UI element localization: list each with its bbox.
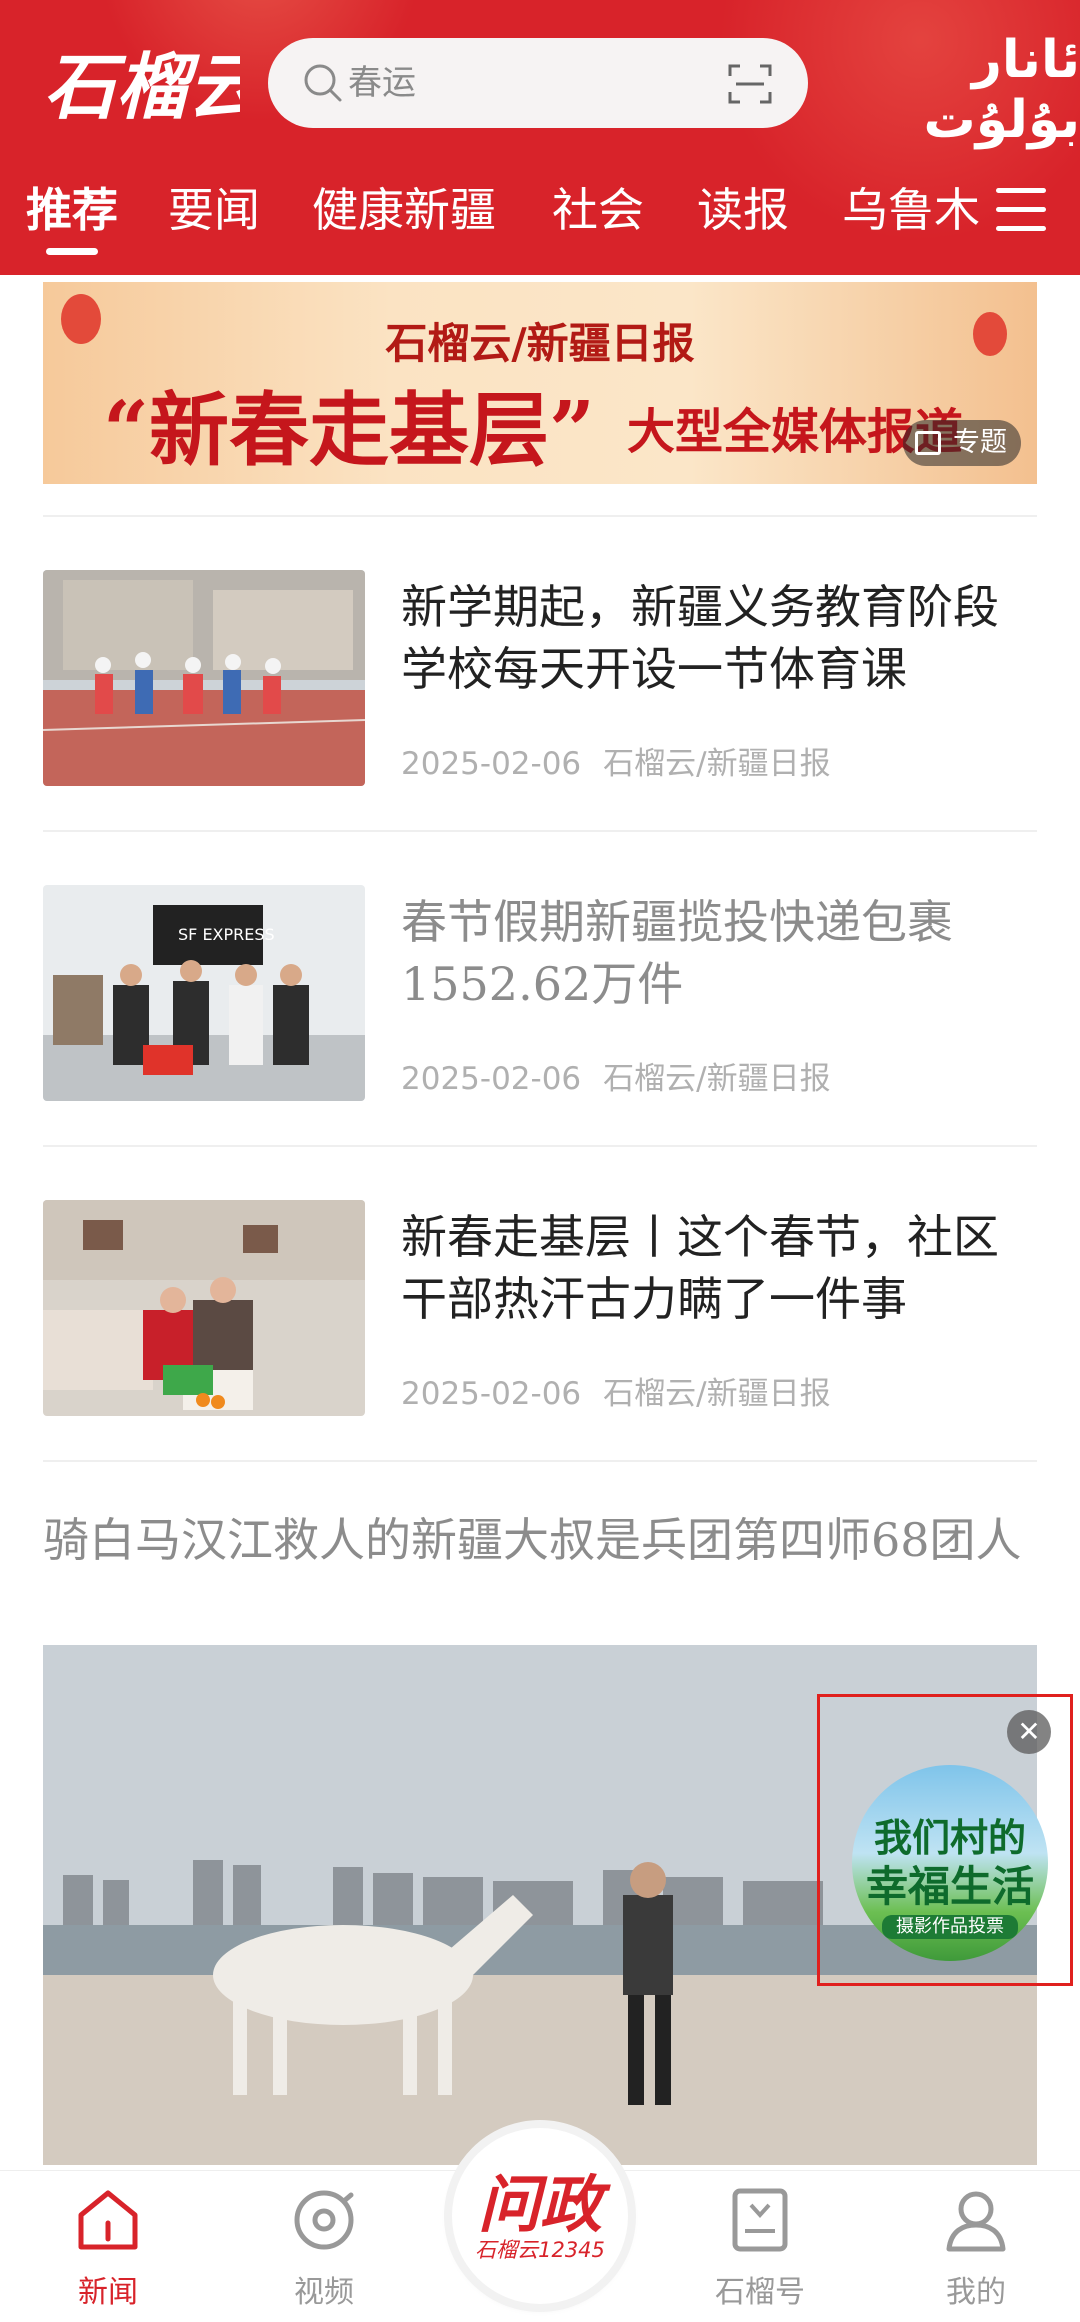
floating-ad[interactable]: 我们村的 幸福生活 摄影作品投票 xyxy=(852,1765,1048,1961)
tab-recommend[interactable]: 推荐 xyxy=(26,175,118,245)
news-item[interactable]: 新学期起，新疆义务教育阶段学校每天开设一节体育课 2025-02-06 石榴云/新… xyxy=(43,570,1037,786)
news-date: 2025-02-06 xyxy=(401,1376,582,1412)
divider xyxy=(43,830,1037,832)
account-book-icon xyxy=(732,2188,788,2252)
topic-banner[interactable]: 石榴云/新疆日报 “新春走基层” 大型全媒体报道 xyxy=(43,282,1037,484)
tab-society[interactable]: 社会 xyxy=(552,175,644,245)
nav-news-label: 新闻 xyxy=(78,2275,138,2310)
news-meta: 2025-02-06 石榴云/新疆日报 xyxy=(401,738,831,783)
uyghur-language-link[interactable]: ئانار بۇلۇت xyxy=(845,30,1080,150)
news-date: 2025-02-06 xyxy=(401,746,582,782)
tab-urumqi[interactable]: 乌鲁木 xyxy=(842,175,980,245)
nav-profile[interactable]: 我的 xyxy=(906,2185,1046,2311)
svg-text:SF EXPRESS: SF EXPRESS xyxy=(178,925,275,944)
search-icon xyxy=(304,64,342,102)
divider xyxy=(43,1460,1037,1462)
nav-news[interactable]: 新闻 xyxy=(38,2185,178,2311)
news-thumbnail xyxy=(43,1200,365,1416)
home-icon xyxy=(78,2190,138,2250)
topic-badge: 专题 xyxy=(903,420,1021,466)
floating-ad-line3: 摄影作品投票 xyxy=(882,1915,1018,1939)
nav-video-label: 视频 xyxy=(294,2275,354,2310)
close-icon[interactable]: ✕ xyxy=(1007,1710,1051,1754)
news-title: 新春走基层丨这个春节，社区干部热汗古力瞒了一件事 xyxy=(401,1210,999,1326)
channel-tabs: 推荐 要闻 健康新疆 社会 读报 乌鲁木 xyxy=(0,175,1080,265)
news-source: 石榴云/新疆日报 xyxy=(603,1376,831,1412)
news-meta: 2025-02-06 石榴云/新疆日报 xyxy=(401,1053,831,1098)
news-title: 新学期起，新疆义务教育阶段学校每天开设一节体育课 xyxy=(401,580,999,696)
news-thumbnail: SF EXPRESS xyxy=(43,885,365,1101)
nav-profile-label: 我的 xyxy=(946,2275,1006,2310)
app-header: 石榴云 春运 ئانار بۇلۇت 推荐 要闻 健康新疆 社会 读报 乌鲁木 xyxy=(0,0,1080,275)
active-tab-indicator xyxy=(46,248,98,255)
feature-title[interactable]: 骑白马汉江救人的新疆大叔是兵团第四师68团人 xyxy=(43,1510,1037,1570)
news-source: 石榴云/新疆日报 xyxy=(603,1061,831,1097)
wenzheng-label: 问政 xyxy=(477,2168,602,2241)
scan-icon[interactable] xyxy=(728,62,772,106)
video-icon xyxy=(294,2190,354,2250)
news-thumbnail xyxy=(43,570,365,786)
app-logo[interactable]: 石榴云 xyxy=(40,30,267,140)
menu-icon[interactable] xyxy=(996,188,1046,232)
nav-video[interactable]: 视频 xyxy=(254,2185,394,2311)
news-item[interactable]: SF EXPRESS 春节假期新疆揽投快递包裹1552.62万件 2025-02… xyxy=(43,885,1037,1101)
news-item[interactable]: 新春走基层丨这个春节，社区干部热汗古力瞒了一件事 2025-02-06 石榴云/新… xyxy=(43,1200,1037,1416)
tab-healthy-xinjiang[interactable]: 健康新疆 xyxy=(312,175,496,245)
profile-icon xyxy=(946,2191,1006,2252)
divider xyxy=(43,1145,1037,1147)
tab-headlines[interactable]: 要闻 xyxy=(168,175,260,245)
search-bar[interactable]: 春运 xyxy=(268,38,808,128)
tab-newspaper[interactable]: 读报 xyxy=(697,175,789,245)
wenzheng-hotline: 石榴云12345 xyxy=(475,2238,605,2262)
news-source: 石榴云/新疆日报 xyxy=(603,746,831,782)
wenzheng-button[interactable]: 问政 石榴云12345 xyxy=(452,2128,628,2304)
divider xyxy=(43,515,1037,517)
floating-ad-line2: 幸福生活 xyxy=(865,1862,1034,1911)
news-date: 2025-02-06 xyxy=(401,1061,582,1097)
search-placeholder: 春运 xyxy=(348,63,416,103)
nav-shiliu-account[interactable]: 石榴号 xyxy=(690,2185,830,2311)
svg-text:石榴云: 石榴云 xyxy=(44,44,240,129)
news-title: 春节假期新疆揽投快递包裹1552.62万件 xyxy=(401,895,953,1011)
nav-shiliu-account-label: 石榴号 xyxy=(715,2275,805,2310)
banner-title: “新春走基层” xyxy=(103,383,596,477)
banner-subtitle: 石榴云/新疆日报 xyxy=(385,319,695,368)
topic-icon xyxy=(915,431,941,455)
news-meta: 2025-02-06 石榴云/新疆日报 xyxy=(401,1368,831,1413)
topic-badge-label: 专题 xyxy=(953,427,1007,458)
